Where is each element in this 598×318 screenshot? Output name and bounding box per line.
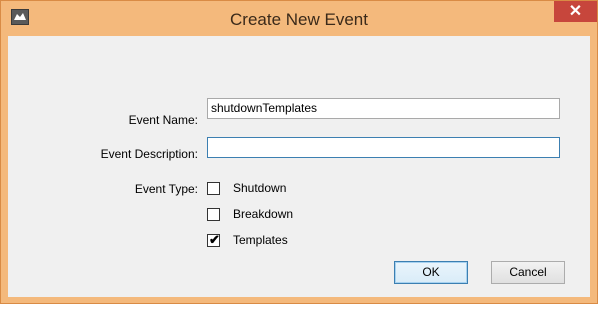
checkmark-icon: ✔	[209, 232, 220, 247]
checkbox-label: Shutdown	[233, 181, 287, 195]
cancel-button[interactable]: Cancel	[491, 261, 565, 284]
title-bar[interactable]: Create New Event ✕	[1, 1, 597, 36]
dialog-window: Create New Event ✕ Event Name: shutdownT…	[0, 0, 598, 304]
checkbox-box[interactable]	[207, 182, 220, 195]
window-title: Create New Event	[230, 10, 368, 29]
close-icon: ✕	[568, 3, 583, 20]
event-type-label: Event Type:	[134, 182, 198, 196]
checkbox-box[interactable]: ✔	[207, 232, 220, 247]
checkbox-box[interactable]	[207, 208, 220, 221]
checkbox-label: Templates	[233, 233, 288, 247]
event-description-field[interactable]	[207, 137, 560, 158]
checkbox-label: Breakdown	[233, 207, 294, 221]
event-description-label: Event Description:	[100, 147, 198, 161]
dialog-body: Event Name: shutdownTemplates Event Desc…	[8, 36, 590, 297]
close-button[interactable]: ✕	[554, 1, 597, 22]
event-name-field[interactable]: shutdownTemplates	[207, 98, 560, 119]
event-name-label: Event Name:	[128, 113, 198, 127]
ok-button[interactable]: OK	[394, 261, 468, 284]
